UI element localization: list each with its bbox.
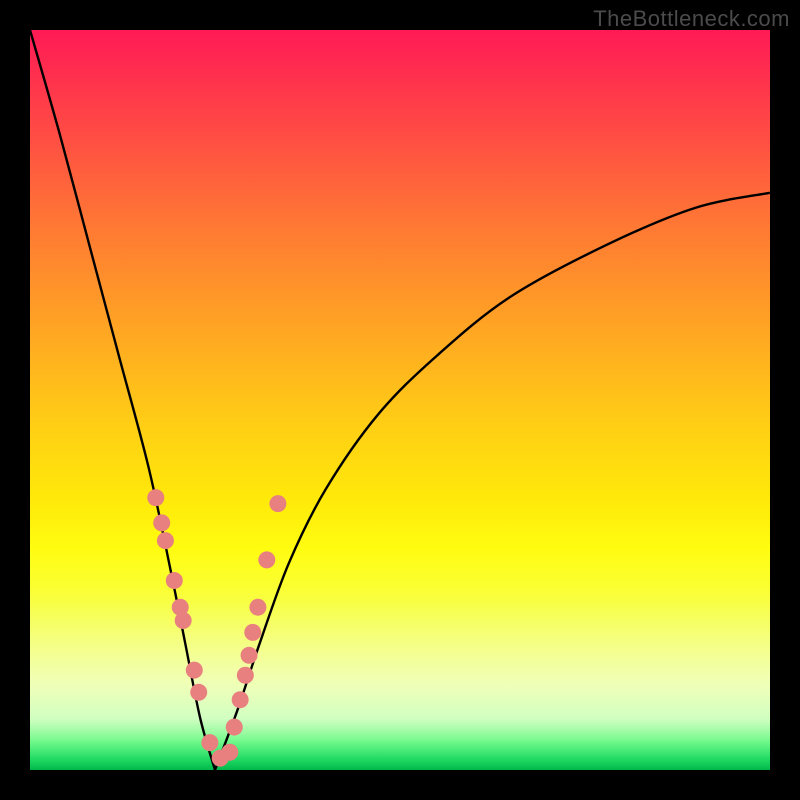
data-point <box>269 495 286 512</box>
chart-container: TheBottleneck.com <box>0 0 800 800</box>
curve-left-leg <box>30 30 215 770</box>
data-point <box>237 667 254 684</box>
plot-area <box>30 30 770 770</box>
data-point <box>147 489 164 506</box>
data-point <box>244 624 261 641</box>
data-point <box>186 662 203 679</box>
data-point <box>226 719 243 736</box>
data-point <box>166 572 183 589</box>
data-point <box>249 599 266 616</box>
data-point <box>258 551 275 568</box>
watermark-text: TheBottleneck.com <box>593 6 790 32</box>
data-point <box>201 734 218 751</box>
curve-right-leg <box>215 193 770 770</box>
data-point <box>241 647 258 664</box>
data-point <box>175 612 192 629</box>
data-point <box>190 684 207 701</box>
data-point <box>157 532 174 549</box>
curve-svg <box>30 30 770 770</box>
data-point <box>221 744 238 761</box>
data-point <box>153 514 170 531</box>
data-point <box>232 691 249 708</box>
